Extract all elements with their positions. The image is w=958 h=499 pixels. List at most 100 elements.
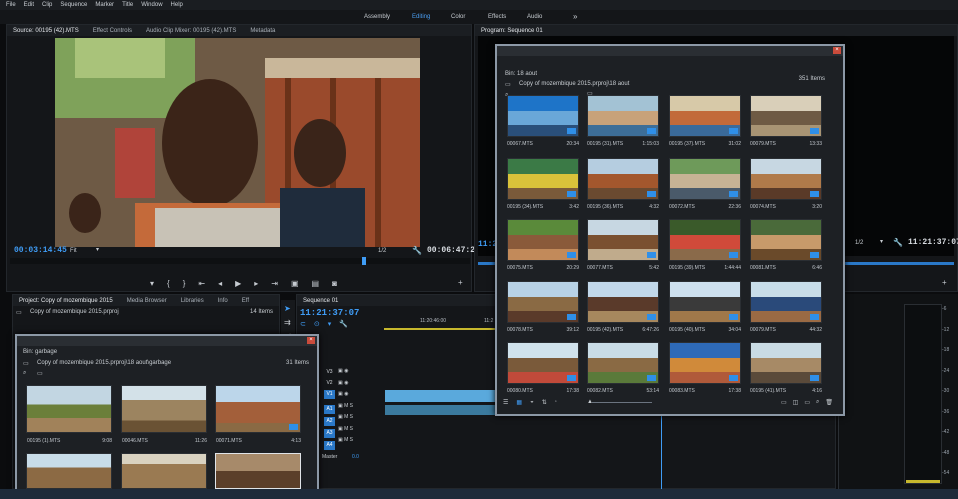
menu-title[interactable]: Title — [122, 2, 133, 8]
aout-clip-thumb[interactable] — [750, 158, 822, 200]
garbage-clip-thumb-6[interactable] — [215, 453, 301, 489]
toggle-sync-lock-icon[interactable]: ▣ ◉ — [338, 366, 383, 378]
tab-program[interactable]: Program: Sequence 01 — [481, 28, 543, 34]
sort-icon[interactable]: ⇅ — [542, 399, 547, 406]
toggle-sync-lock-icon[interactable]: ▣ ◉ — [338, 378, 383, 390]
source-fit-dropdown[interactable]: Fit — [70, 248, 77, 254]
menu-edit[interactable]: Edit — [24, 2, 34, 8]
aout-clip-thumb[interactable] — [669, 95, 741, 137]
new-bin-icon[interactable]: ▭ — [781, 399, 787, 406]
aout-clip-thumb[interactable] — [669, 281, 741, 323]
workspace-effects[interactable]: Effects — [488, 10, 506, 24]
track-a3[interactable]: A3 — [324, 429, 335, 438]
selection-tool-icon[interactable]: ➤ — [284, 304, 291, 313]
clip-v1[interactable] — [385, 390, 497, 402]
workspace-editing[interactable]: Editing — [412, 10, 430, 24]
program-resolution-chevron-icon[interactable]: ▾ — [880, 238, 883, 245]
aout-bin-titlebar[interactable] — [497, 46, 843, 56]
aout-bin-close-icon[interactable]: × — [833, 47, 841, 54]
folder-icon[interactable]: ▭ — [804, 399, 810, 406]
mute-solo-icon[interactable]: ▣ M S — [338, 412, 383, 424]
garbage-bin-search-icon[interactable]: ⌕ — [23, 370, 26, 377]
garbage-bin-close-icon[interactable]: × — [307, 337, 315, 344]
toggle-sync-lock-icon[interactable]: ▣ ◉ — [338, 389, 383, 401]
tab-libraries[interactable]: Libraries — [181, 298, 204, 304]
garbage-clip-thumb-5[interactable] — [121, 453, 207, 489]
tab-effects[interactable]: Eff — [242, 298, 249, 304]
aout-clip-thumb[interactable] — [669, 158, 741, 200]
add-marker-icon[interactable]: ▾ — [150, 279, 154, 288]
aout-clip-thumb[interactable] — [507, 158, 579, 200]
tab-media-browser[interactable]: Media Browser — [127, 298, 167, 304]
trash-icon[interactable]: 🗑 — [825, 399, 833, 406]
source-timecode-in[interactable]: 00:03:14:45 — [14, 246, 67, 255]
garbage-bin-new-folder-icon[interactable]: ▭ — [37, 370, 43, 377]
tab-info[interactable]: Info — [218, 298, 228, 304]
program-settings-wrench-icon[interactable]: 🔧 — [893, 238, 903, 247]
track-v1[interactable]: V1 — [324, 390, 335, 399]
track-v2[interactable]: V2 — [324, 379, 335, 388]
insert-icon[interactable]: ▣ — [291, 279, 299, 288]
workspace-overflow-icon[interactable]: » — [573, 10, 577, 24]
tab-audio-clip-mixer[interactable]: Audio Clip Mixer: 00195 (42).MTS — [146, 28, 236, 34]
menu-file[interactable]: File — [6, 2, 16, 8]
track-a4[interactable]: A4 — [324, 441, 335, 450]
track-v3[interactable]: V3 — [324, 368, 335, 377]
garbage-clip-thumb-1[interactable] — [26, 385, 112, 433]
workspace-audio[interactable]: Audio — [527, 10, 542, 24]
source-scrub-bar[interactable] — [10, 258, 470, 264]
play-icon[interactable]: ▶ — [235, 279, 241, 288]
aout-clip-thumb[interactable] — [750, 219, 822, 261]
export-frame-icon[interactable]: ◙ — [332, 279, 337, 288]
aout-clip-thumb[interactable] — [750, 281, 822, 323]
aout-clip-thumb[interactable] — [587, 281, 659, 323]
garbage-clip-thumb-3[interactable] — [215, 385, 301, 433]
source-resolution-dropdown[interactable]: 1/2 — [378, 248, 386, 254]
find-icon[interactable]: ⌕ — [816, 399, 819, 406]
program-add-button-icon[interactable]: + — [942, 278, 947, 287]
aout-bin-zoom-slider[interactable] — [592, 402, 652, 403]
menu-sequence[interactable]: Sequence — [60, 2, 87, 8]
icon-view-icon[interactable]: ▦ — [516, 399, 522, 406]
aout-clip-thumb[interactable] — [587, 342, 659, 384]
tab-project[interactable]: Project: Copy of mozembique 2015 — [19, 298, 113, 304]
list-view-icon[interactable]: ☰ — [503, 399, 508, 406]
menu-window[interactable]: Window — [141, 2, 162, 8]
go-to-out-icon[interactable]: ⇥ — [271, 279, 278, 288]
tab-sequence[interactable]: Sequence 01 — [303, 298, 338, 304]
step-back-icon[interactable]: ◂ — [218, 279, 222, 288]
zoom-slider-handle-icon[interactable]: ▲ — [587, 399, 593, 405]
mute-solo-icon[interactable]: ▣ M S — [338, 435, 383, 447]
new-item-icon[interactable]: ◫ — [793, 399, 799, 406]
step-forward-icon[interactable]: ▸ — [254, 279, 258, 288]
clip-a1[interactable] — [385, 405, 497, 415]
source-add-button-icon[interactable]: + — [458, 278, 463, 287]
workspace-color[interactable]: Color — [451, 10, 465, 24]
aout-clip-thumb[interactable] — [507, 95, 579, 137]
tab-source[interactable]: Source: 00195 (42).MTS — [13, 28, 79, 34]
aout-clip-thumb[interactable] — [669, 342, 741, 384]
program-resolution-dropdown[interactable]: 1/2 — [855, 240, 863, 246]
aout-clip-thumb[interactable] — [669, 219, 741, 261]
aout-clip-thumb[interactable] — [507, 342, 579, 384]
menu-marker[interactable]: Marker — [95, 2, 114, 8]
fit-chevron-icon[interactable]: ▾ — [96, 246, 99, 253]
aout-clip-thumb[interactable] — [750, 95, 822, 137]
workspace-assembly[interactable]: Assembly — [364, 10, 390, 24]
zoom-slider-min-icon[interactable]: ◦ — [555, 399, 557, 406]
menu-help[interactable]: Help — [171, 2, 183, 8]
timeline-playhead-line[interactable] — [661, 416, 662, 489]
mark-out-icon[interactable]: } — [183, 279, 186, 288]
source-playhead[interactable] — [362, 257, 366, 265]
linked-selection-icon[interactable]: ⊙ — [314, 320, 320, 328]
aout-clip-thumb[interactable] — [507, 281, 579, 323]
add-marker-timeline-icon[interactable]: ▾ — [328, 320, 332, 328]
aout-clip-thumb[interactable] — [750, 342, 822, 384]
track-a1[interactable]: A1 — [324, 405, 335, 414]
tab-effect-controls[interactable]: Effect Controls — [93, 28, 132, 34]
aout-clip-thumb[interactable] — [587, 158, 659, 200]
track-select-tool-icon[interactable]: ⇉ — [284, 318, 291, 327]
overwrite-icon[interactable]: ▤ — [312, 279, 320, 288]
garbage-clip-thumb-4[interactable] — [26, 453, 112, 489]
timeline-settings-icon[interactable]: 🔧 — [339, 320, 348, 328]
